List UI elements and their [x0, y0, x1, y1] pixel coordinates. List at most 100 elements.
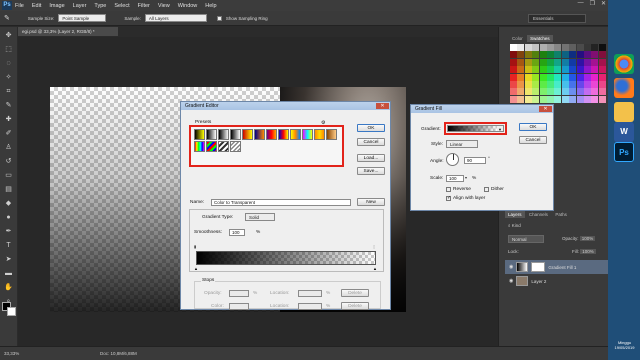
color-swatch[interactable] [524, 80, 532, 88]
color-swatch[interactable] [539, 58, 547, 66]
menu-window[interactable]: Window [178, 3, 198, 9]
color-swatch[interactable] [554, 88, 562, 96]
color-swatch[interactable] [583, 73, 591, 81]
color-swatch[interactable] [517, 80, 525, 88]
magic-wand-tool-icon[interactable]: ✧ [3, 72, 14, 83]
close-icon[interactable]: ✕ [376, 103, 389, 109]
color-swatch[interactable] [546, 66, 554, 74]
menu-filter[interactable]: Filter [138, 3, 150, 9]
blend-mode-select[interactable]: Normal [508, 235, 544, 243]
align-with-layer-checkbox[interactable]: ✓ [446, 196, 451, 201]
color-swatch[interactable] [583, 88, 591, 96]
crop-tool-icon[interactable]: ⌗ [3, 86, 14, 97]
color-swatch[interactable] [591, 44, 599, 51]
stop-color-swatch[interactable] [229, 303, 249, 310]
color-swatch[interactable] [510, 58, 517, 66]
color-swatch[interactable] [546, 80, 554, 88]
stop-location-input[interactable] [298, 290, 322, 297]
preset-swatch[interactable] [302, 129, 313, 140]
color-swatch[interactable] [576, 66, 584, 74]
color-swatch[interactable] [583, 66, 591, 74]
preset-swatch[interactable] [230, 141, 241, 152]
preset-swatch[interactable] [266, 129, 277, 140]
color-stop-left[interactable]: ▲ [194, 266, 198, 271]
delete-color-stop-button[interactable]: Delete [341, 302, 369, 310]
preset-swatch[interactable] [218, 129, 229, 140]
gradient-preview[interactable] [448, 126, 497, 131]
color-swatch[interactable] [539, 95, 547, 103]
color-swatch[interactable] [517, 51, 525, 59]
load-button[interactable]: Load... [357, 154, 385, 162]
color-swatch[interactable] [532, 66, 540, 74]
color-swatch[interactable] [546, 73, 554, 81]
color-swatch[interactable] [576, 44, 584, 51]
tab-layers[interactable]: Layers [505, 211, 525, 218]
color-swatch[interactable] [532, 80, 540, 88]
menu-help[interactable]: Help [205, 3, 216, 9]
preset-swatch[interactable] [314, 129, 325, 140]
menu-view[interactable]: View [158, 3, 170, 9]
ok-button[interactable]: OK [357, 124, 385, 132]
blur-tool-icon[interactable]: ◆ [3, 198, 14, 209]
gradient-tool-icon[interactable]: ▤ [3, 184, 14, 195]
lasso-tool-icon[interactable]: ◌ [3, 58, 14, 69]
color-swatch[interactable] [554, 51, 562, 59]
eyedropper-tool-icon[interactable]: ✎ [3, 100, 14, 111]
color-swatch[interactable] [539, 80, 547, 88]
color-swatch[interactable] [576, 58, 584, 66]
color-swatch[interactable] [569, 66, 577, 74]
color-swatch[interactable] [532, 44, 540, 51]
chrome-icon[interactable] [614, 54, 634, 74]
healing-tool-icon[interactable]: ✚ [3, 114, 14, 125]
smoothness-input[interactable]: 100 [229, 229, 245, 236]
angle-dial[interactable] [446, 153, 459, 166]
color-swatch[interactable] [591, 73, 599, 81]
menu-file[interactable]: File [15, 3, 24, 9]
color-swatch[interactable] [532, 95, 540, 103]
color-swatch[interactable] [510, 44, 517, 51]
color-swatch[interactable] [569, 58, 577, 66]
color-swatch[interactable] [561, 66, 569, 74]
eye-icon[interactable]: ◉ [509, 278, 513, 284]
color-swatch[interactable] [591, 58, 599, 66]
opacity-stop-left[interactable]: ▮ [194, 244, 196, 249]
color-swatch[interactable] [569, 80, 577, 88]
reverse-checkbox[interactable] [446, 187, 451, 192]
color-swatch[interactable] [546, 95, 554, 103]
preset-swatch[interactable] [254, 129, 265, 140]
color-swatch[interactable] [554, 95, 562, 103]
color-swatch[interactable] [532, 58, 540, 66]
color-swatch[interactable] [591, 51, 599, 59]
minimize-button[interactable]: — [578, 0, 584, 7]
stop-color-location-input[interactable] [298, 303, 322, 310]
color-swatch[interactable] [576, 95, 584, 103]
color-swatch[interactable] [546, 58, 554, 66]
layer-name[interactable]: Layer 2 [531, 279, 546, 284]
color-swatch[interactable] [561, 51, 569, 59]
workspace-select[interactable]: Essentials [528, 14, 586, 23]
color-swatch[interactable] [517, 88, 525, 96]
pen-tool-icon[interactable]: ✒ [3, 226, 14, 237]
color-swatch[interactable] [532, 88, 540, 96]
word-icon[interactable]: W [614, 122, 634, 142]
color-swatch[interactable] [598, 44, 606, 51]
color-swatch[interactable] [524, 95, 532, 103]
stamp-tool-icon[interactable]: ♙ [3, 142, 14, 153]
color-swatch[interactable] [524, 66, 532, 74]
fill-value[interactable]: 100% [580, 249, 596, 254]
show-sampling-ring-checkbox[interactable] [216, 15, 222, 21]
color-swatch[interactable] [510, 95, 517, 103]
type-tool-icon[interactable]: T [3, 240, 14, 251]
scale-dropdown-icon[interactable]: ▾ [465, 175, 467, 180]
sample-select[interactable]: All Layers [144, 14, 207, 22]
color-swatch[interactable] [576, 73, 584, 81]
color-swatch[interactable] [554, 58, 562, 66]
color-swatch[interactable] [598, 66, 606, 74]
color-swatch[interactable] [569, 95, 577, 103]
dodge-tool-icon[interactable]: ● [3, 212, 14, 223]
color-swatch[interactable] [517, 66, 525, 74]
eraser-tool-icon[interactable]: ▭ [3, 170, 14, 181]
delete-opacity-stop-button[interactable]: Delete [341, 289, 369, 297]
color-swatch[interactable] [539, 51, 547, 59]
color-swatch[interactable] [583, 44, 591, 51]
